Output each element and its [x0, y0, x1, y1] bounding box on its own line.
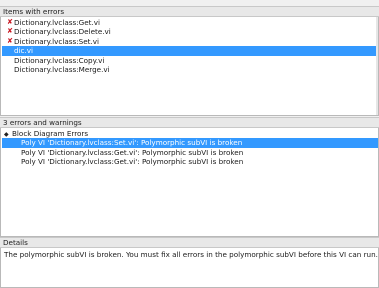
items-with-errors-header: Items with errors: [0, 6, 379, 17]
details-text: The polymorphic subVI is broken. You mus…: [4, 250, 378, 259]
error-item-label: Dictionary.lvclass:Set.vi: [14, 36, 99, 46]
tree-group-block-diagram-errors[interactable]: ◆ Block Diagram Errors: [4, 129, 88, 138]
errors-warnings-tree[interactable]: ◆ Block Diagram Errors Poly VI 'Dictionar…: [0, 128, 379, 237]
error-item[interactable]: Dictionary.lvclass:Copy.vi: [2, 56, 378, 65]
details-header: Details: [0, 237, 379, 248]
error-item-label: Dictionary.lvclass:Delete.vi: [14, 27, 111, 37]
error-item-selected[interactable]: dic.vi: [2, 46, 378, 56]
error-message-text: Poly VI 'Dictionary.lvclass:Get.vi': Pol…: [21, 147, 244, 157]
error-item-label: Dictionary.lvclass:Merge.vi: [14, 65, 110, 74]
details-panel: The polymorphic subVI is broken. You mus…: [0, 248, 379, 288]
error-message[interactable]: Poly VI 'Dictionary.lvclass:Get.vi': Pol…: [2, 157, 378, 166]
error-x-icon: ✘: [7, 18, 13, 26]
items-with-errors-title: Items with errors: [3, 7, 65, 16]
errors-warnings-header: 3 errors and warnings: [0, 117, 379, 128]
error-item-label: Dictionary.lvclass:Get.vi: [14, 18, 100, 27]
details-title: Details: [3, 238, 28, 247]
error-item-label: Dictionary.lvclass:Copy.vi: [14, 55, 105, 65]
error-message-selected[interactable]: Poly VI 'Dictionary.lvclass:Set.vi': Pol…: [2, 138, 378, 148]
error-item[interactable]: ✘ Dictionary.lvclass:Get.vi: [2, 18, 378, 27]
error-item-label: dic.vi: [14, 46, 34, 56]
error-item[interactable]: ✘ Dictionary.lvclass:Delete.vi: [2, 27, 378, 36]
tree-group-label: Block Diagram Errors: [12, 129, 89, 138]
error-x-icon: ✘: [7, 27, 13, 36]
items-with-errors-list[interactable]: ✘ Dictionary.lvclass:Get.vi ✘ Dictionary…: [0, 17, 379, 116]
errors-warnings-title: 3 errors and warnings: [3, 118, 82, 127]
error-message-text: Poly VI 'Dictionary.lvclass:Get.vi': Pol…: [21, 157, 244, 167]
error-item[interactable]: Dictionary.lvclass:Merge.vi: [2, 65, 378, 74]
error-message[interactable]: Poly VI 'Dictionary.lvclass:Get.vi': Pol…: [2, 148, 378, 157]
list-edge: [376, 17, 378, 115]
error-message-text: Poly VI 'Dictionary.lvclass:Set.vi': Pol…: [21, 138, 243, 148]
error-x-icon: ✘: [7, 36, 13, 45]
error-item[interactable]: ✘ Dictionary.lvclass:Set.vi: [2, 37, 378, 46]
